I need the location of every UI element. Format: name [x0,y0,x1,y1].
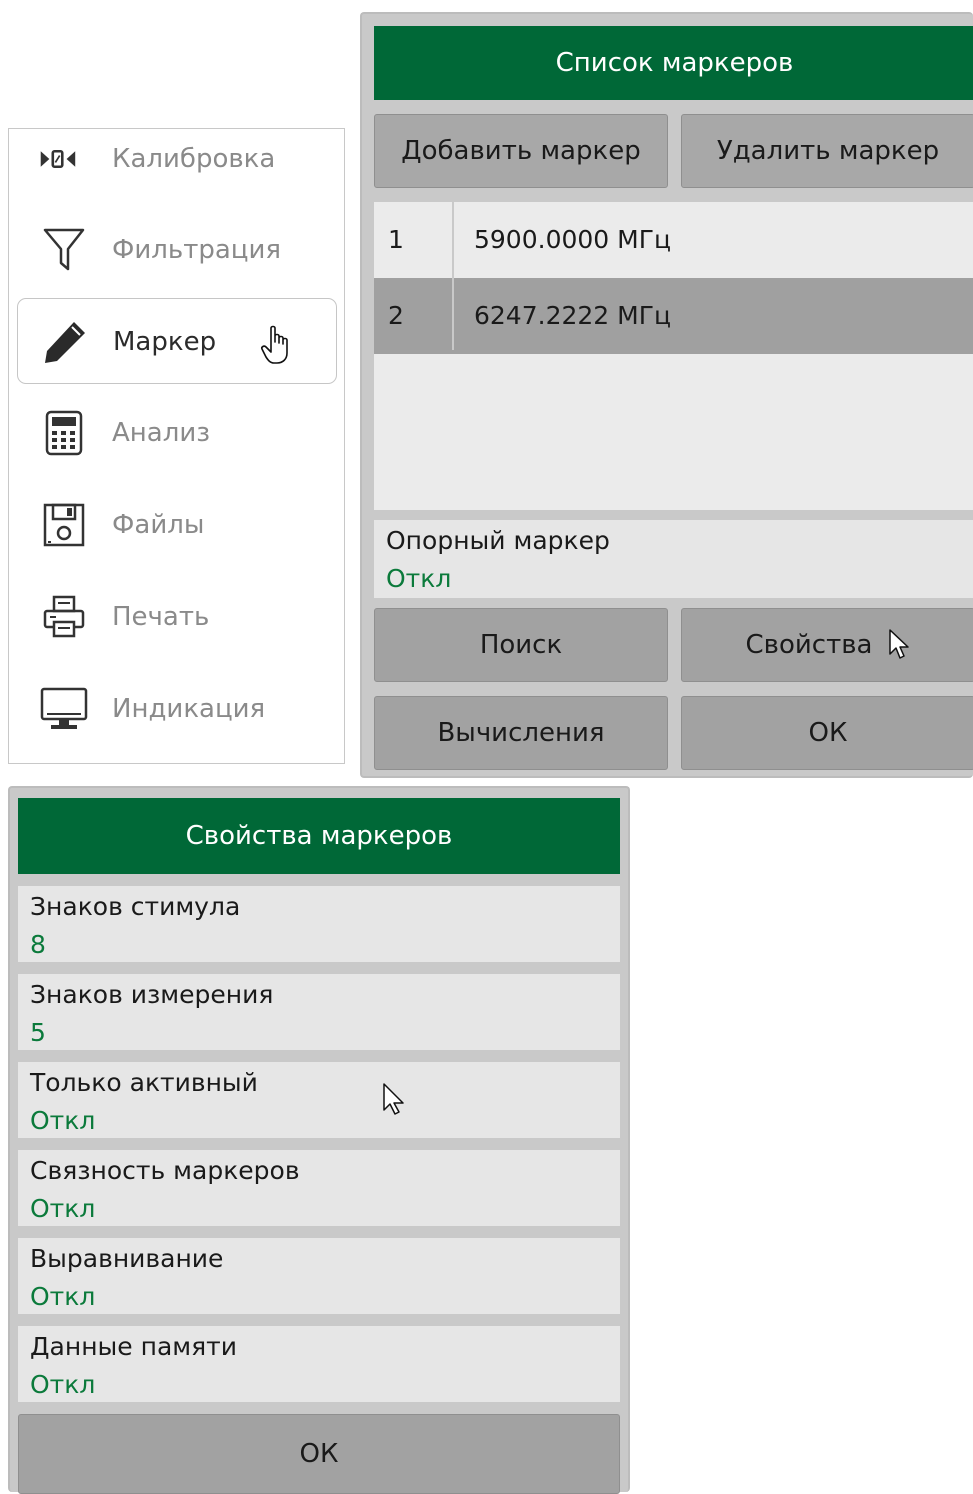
menu-item-analysis[interactable]: Анализ [17,390,337,476]
memory-data-field[interactable]: Данные памяти Откл [18,1326,620,1402]
marker-frequency: 6247.2222 МГц [474,301,671,330]
field-value: 8 [30,930,46,959]
menu-item-label: Индикация [112,694,266,724]
marker-list: 1 5900.0000 МГц 2 6247.2222 МГц [374,202,973,510]
marker-properties-dialog: Свойства маркеров Знаков стимула 8 Знако… [8,786,630,1494]
calibration-icon [39,134,89,184]
menu-item-label: Печать [112,602,210,632]
menu-item-marker[interactable]: Маркер [17,298,337,384]
field-label: Опорный маркер [386,526,610,555]
measurement-digits-field[interactable]: Знаков измерения 5 [18,974,620,1050]
field-value: Откл [30,1194,96,1223]
delete-marker-button[interactable]: Удалить маркер [681,114,973,188]
marker-list-dialog: Список маркеров Добавить маркер Удалить … [360,12,973,778]
list-item[interactable]: 2 6247.2222 МГц [374,278,973,354]
field-value: Откл [30,1106,96,1135]
pencil-icon [40,317,90,367]
field-label: Только активный [30,1068,258,1097]
active-only-field[interactable]: Только активный Откл [18,1062,620,1138]
menu-item-label: Файлы [112,510,205,540]
properties-button[interactable]: Свойства [681,608,973,682]
arrow-cursor-icon [382,1082,406,1122]
marker-number: 2 [388,301,404,330]
calculations-button[interactable]: Вычисления [374,696,668,770]
menu-item-label: Анализ [112,418,211,448]
add-marker-button[interactable]: Добавить маркер [374,114,668,188]
ok-button[interactable]: ОК [681,696,973,770]
button-label: Свойства [745,630,873,660]
menu-item-files[interactable]: Файлы [17,482,337,568]
field-label: Знаков измерения [30,980,274,1009]
reference-marker-field[interactable]: Опорный маркер Откл [374,520,973,598]
printer-icon [39,592,89,642]
menu-item-label: Маркер [113,327,217,357]
field-value: Откл [30,1282,96,1311]
field-label: Выравнивание [30,1244,224,1273]
menu-item-print[interactable]: Печать [17,574,337,660]
field-value: Откл [30,1370,96,1399]
marker-properties-title: Свойства маркеров [18,798,620,874]
list-item[interactable]: 1 5900.0000 МГц [374,202,973,278]
marker-frequency: 5900.0000 МГц [474,225,671,254]
marker-coupling-field[interactable]: Связность маркеров Откл [18,1150,620,1226]
field-label: Данные памяти [30,1332,237,1361]
field-label: Знаков стимула [30,892,241,921]
marker-list-title: Список маркеров [374,26,973,100]
column-divider [452,202,454,350]
calculator-icon [39,408,89,458]
marker-number: 1 [388,225,404,254]
properties-ok-button[interactable]: ОК [18,1414,620,1494]
stimulus-digits-field[interactable]: Знаков стимула 8 [18,886,620,962]
floppy-disk-icon [39,500,89,550]
menu-item-calibration[interactable]: Калибровка [17,116,337,202]
menu-item-filter[interactable]: Фильтрация [17,207,337,293]
arrow-cursor-icon [888,628,910,669]
hand-cursor-icon [260,325,294,369]
softkey-menu: Калибровка Фильтрация Маркер Анализ Файл… [8,128,345,764]
menu-item-label: Калибровка [112,144,276,174]
field-label: Связность маркеров [30,1156,300,1185]
menu-item-label: Фильтрация [112,235,282,265]
field-value: 5 [30,1018,46,1047]
monitor-icon [39,684,89,734]
menu-item-display[interactable]: Индикация [17,666,337,752]
search-button[interactable]: Поиск [374,608,668,682]
filter-icon [39,225,89,275]
alignment-field[interactable]: Выравнивание Откл [18,1238,620,1314]
field-value: Откл [386,564,452,593]
